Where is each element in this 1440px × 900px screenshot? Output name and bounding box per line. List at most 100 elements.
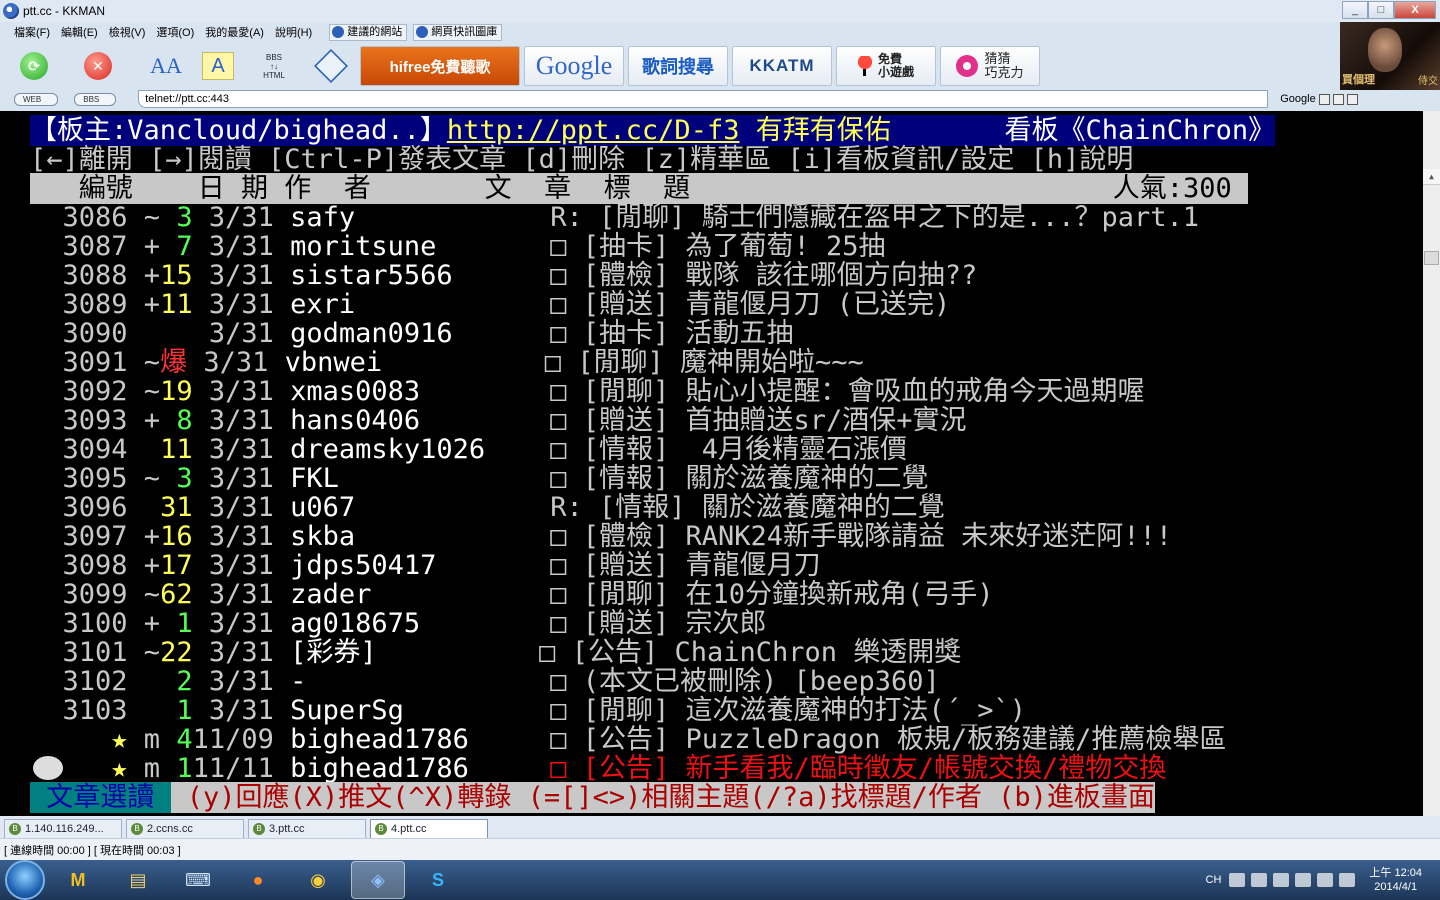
bbs-tab-icon: B xyxy=(131,823,143,835)
help-icon[interactable] xyxy=(1251,873,1268,887)
post-row[interactable]: 3086 ~ 3 3/31 safy R: [閒聊] 騎士們隱藏在盔甲之下的是.… xyxy=(30,202,1200,233)
google-button[interactable]: Google xyxy=(524,46,624,86)
address-input[interactable]: telnet://ptt.cc:443 xyxy=(138,90,1269,108)
tab-connection-3[interactable]: B 3.ptt.cc xyxy=(248,819,366,838)
post-push-count: 3 xyxy=(160,463,193,494)
post-row[interactable]: 3093 + 8 3/31 hans0406 □ [贈送] 首抽贈送sr/酒保+… xyxy=(30,406,967,435)
post-date: 3/31 xyxy=(192,376,274,407)
chrome-icon[interactable]: ◉ xyxy=(291,861,345,899)
tab-connection-1[interactable]: B 1.140.116.249... xyxy=(4,819,122,838)
bbs-tab-icon: B xyxy=(253,823,265,835)
dropdown-icon[interactable] xyxy=(1332,93,1344,105)
bbs-tab-icon: B xyxy=(375,823,387,835)
post-push-count: 62 xyxy=(160,579,193,610)
close-icon[interactable] xyxy=(1346,93,1358,105)
post-row[interactable]: 3091 ~爆 3/31 vbnwei □ [閒聊] 魔神開始啦~~~ xyxy=(30,348,864,377)
window-controls: _ □ X xyxy=(1342,1,1436,19)
volume-icon[interactable] xyxy=(1339,873,1356,887)
start-button[interactable] xyxy=(5,860,45,900)
post-row[interactable]: ★ m 411/09 bighead1786 □ [公告] PuzzleDrag… xyxy=(30,725,1226,754)
post-title: [情報] 關於滋養魔神的二覺 xyxy=(566,463,929,494)
maximize-button[interactable]: □ xyxy=(1368,1,1394,19)
skype-icon[interactable]: S xyxy=(411,861,465,899)
post-number: 3086 xyxy=(30,202,128,233)
input-language[interactable]: CH xyxy=(1206,874,1222,886)
post-mark: + xyxy=(127,260,161,291)
free-games-button[interactable]: 免費 小遊戲 xyxy=(836,46,936,86)
post-row[interactable]: 3088 +15 3/31 sistar5566 □ [體檢] 戰隊 該往哪個方… xyxy=(30,260,978,291)
network-icon[interactable] xyxy=(1317,873,1334,887)
putty-icon[interactable]: ⌨ xyxy=(171,861,225,899)
post-row[interactable]: 3094 11 3/31 dreamsky1026 □ [情報] 4月後精靈石漲… xyxy=(30,435,908,464)
board-header: 【板主:Vancloud/bighead..】http://ppt.cc/D-f… xyxy=(30,115,1276,146)
google-search-box[interactable]: Google xyxy=(1280,93,1358,105)
guess-chocolate-button[interactable]: 猜猜 巧克力 xyxy=(940,46,1040,86)
post-title: [贈送] 首抽贈送sr/酒保+實況 xyxy=(566,405,967,436)
post-author: safy xyxy=(273,202,518,233)
post-row[interactable]: ★ m 111/11 bighead1786 □ [公告] 新手看我/臨時徵友/… xyxy=(30,754,1166,783)
post-row[interactable]: 3101 ~22 3/31 [彩券] □ [公告] ChainChron 樂透開… xyxy=(30,637,962,668)
board-short-url[interactable]: http://ppt.cc/D-f3 xyxy=(447,115,740,146)
tab-connection-4[interactable]: B 4.ptt.cc xyxy=(370,819,488,838)
post-row[interactable]: 3099 ~62 3/31 zader □ [閒聊] 在10分鐘換新戒角(弓手) xyxy=(30,580,994,609)
post-row[interactable]: 3087 + 7 3/31 moritsune □ [抽卡] 為了葡萄! 25抽 xyxy=(30,232,886,261)
menu-help[interactable]: 說明(H) xyxy=(275,24,312,40)
scroll-up-icon[interactable]: ▲ xyxy=(1423,169,1440,185)
go-button[interactable]: ⟳ xyxy=(20,52,48,80)
file-explorer-icon[interactable]: ▤ xyxy=(111,861,165,899)
clock-time: 上午 12:04 xyxy=(1369,867,1422,879)
clock[interactable]: 上午 12:04 2014/4/1 xyxy=(1369,866,1422,894)
stop-button[interactable]: ✕ xyxy=(84,52,112,80)
web-mode-dropdown[interactable]: WEB xyxy=(14,92,59,106)
kkatm-button[interactable]: KKATM xyxy=(732,46,832,86)
post-row[interactable]: 3103 1 3/31 SuperSg □ [閒聊] 這次滋養魔神的打法(´_>… xyxy=(30,695,1027,726)
kkman-taskbar-icon[interactable]: ◈ xyxy=(351,861,405,899)
scroll-thumb[interactable] xyxy=(1424,251,1439,265)
menu-view[interactable]: 檢視(V) xyxy=(109,24,146,40)
menu-edit[interactable]: 編輯(E) xyxy=(61,24,98,40)
favorite-suggested-sites[interactable]: 建議的網站 xyxy=(329,23,408,41)
post-row[interactable]: 3092 ~19 3/31 xmas0083 □ [閒聊] 貼心小提醒：會吸血的… xyxy=(30,377,1145,406)
bbs-terminal[interactable]: 【板主:Vancloud/bighead..】http://ppt.cc/D-f… xyxy=(0,111,1440,816)
search-options-icon[interactable] xyxy=(1318,93,1330,105)
post-push-count: 1 xyxy=(160,695,193,726)
post-push-count: 19 xyxy=(160,376,193,407)
menu-options[interactable]: 選項(O) xyxy=(156,24,194,40)
font-style-icon[interactable]: A xyxy=(202,52,234,80)
cube-icon[interactable] xyxy=(314,49,348,83)
post-author: sistar5566 xyxy=(273,260,518,291)
post-author: bighead1786 xyxy=(273,724,518,755)
bbs-mode-dropdown[interactable]: BBS xyxy=(74,92,117,106)
post-author: godman0916 xyxy=(273,318,518,349)
tab-connection-2[interactable]: B 2.ccns.cc xyxy=(126,819,244,838)
thumbnail-caption-right: 侍交 xyxy=(1418,76,1438,87)
font-size-icon[interactable]: AA xyxy=(146,45,186,87)
ad-thumbnail[interactable]: 買個理 侍交 xyxy=(1340,22,1440,90)
post-row[interactable]: 3090 3/31 godman0916 □ [抽卡] 活動五抽 xyxy=(30,319,794,348)
lyric-search-button[interactable]: 歌詞搜尋 xyxy=(628,46,728,86)
post-row[interactable]: 3089 +11 3/31 exri □ [贈送] 青龍偃月刀 (已送完) xyxy=(30,289,951,320)
menu-file[interactable]: 檔案(F) xyxy=(14,24,50,40)
hifree-button[interactable]: hifree免費聽歌 xyxy=(360,46,520,86)
post-row[interactable]: 3098 +17 3/31 jdps50417 □ [贈送] 青龍偃月刀 xyxy=(30,551,821,580)
post-row[interactable]: 3100 + 1 3/31 ag018675 □ [贈送] 宗次郎 xyxy=(30,609,767,638)
menu-favorites[interactable]: 我的最愛(A) xyxy=(205,24,264,40)
bbs-html-toggle[interactable]: BBS ↑↓ HTML xyxy=(252,45,296,87)
firefox-icon[interactable]: ● xyxy=(231,861,285,899)
post-author: [彩券] xyxy=(273,637,507,668)
keyboard-icon[interactable] xyxy=(1229,873,1246,887)
maxthon-icon[interactable]: M xyxy=(51,861,105,899)
bbs-tab-icon: B xyxy=(9,823,21,835)
post-row[interactable]: 3096 31 3/31 u067 R: [情報] 關於滋養魔神的二覺 xyxy=(30,493,945,522)
post-row[interactable]: 3102 2 3/31 - □ (本文已被刪除) [beep360] xyxy=(30,667,940,696)
flower-icon xyxy=(956,55,979,77)
post-row[interactable]: 3097 +16 3/31 skba □ [體檢] RANK24新手戰隊請益 未… xyxy=(30,522,1173,551)
tray-expand-icon[interactable] xyxy=(1273,873,1290,887)
post-date: 3/31 xyxy=(192,289,274,320)
minimize-button[interactable]: _ xyxy=(1342,1,1368,19)
close-button[interactable]: X xyxy=(1394,1,1436,19)
post-row[interactable]: 3095 ~ 3 3/31 FKL □ [情報] 關於滋養魔神的二覺 xyxy=(30,464,929,493)
flag-icon[interactable] xyxy=(1295,873,1312,887)
terminal-scrollbar[interactable]: ▲ xyxy=(1423,111,1440,816)
favorite-web-slice-gallery[interactable]: 網頁快訊圖庫 xyxy=(413,23,503,41)
